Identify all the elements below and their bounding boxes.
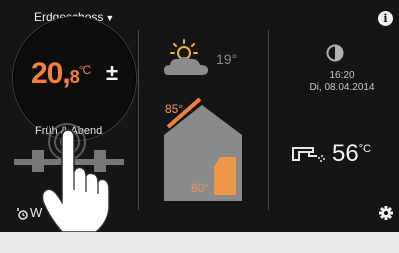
- tablet-screenshot: Erdgeschoss▼ i 19° 85° 80°: [0, 0, 399, 253]
- storage-temperature: 80°: [191, 181, 210, 195]
- info-icon[interactable]: i: [378, 11, 393, 26]
- clock-icon: [17, 208, 28, 220]
- collector-temperature: 85°: [165, 102, 184, 116]
- clock-time: 16:20: [329, 70, 355, 81]
- room-temp-int: 20,: [31, 57, 71, 90]
- room-temperature: 20,8°C: [31, 57, 92, 91]
- hand-pointer-icon: [41, 123, 110, 232]
- clock-date: Di, 08.04.2014: [309, 82, 375, 93]
- column-divider: [138, 30, 139, 210]
- hot-water-temperature: 56°C: [332, 140, 371, 168]
- device-bezel: [0, 232, 399, 253]
- sun-cloud-icon: [164, 39, 208, 75]
- moon-icon: [326, 44, 344, 62]
- adjust-temperature-button[interactable]: ±: [106, 60, 118, 86]
- outdoor-temperature: 19°: [216, 51, 238, 67]
- heating-control-screen: Erdgeschoss▼ i 19° 85° 80°: [0, 0, 399, 232]
- column-divider: [268, 30, 269, 210]
- chevron-down-icon: ▼: [105, 13, 115, 23]
- gear-icon[interactable]: [379, 206, 393, 220]
- hot-water-value: 56: [332, 140, 359, 167]
- room-temp-dec: 8: [69, 67, 80, 87]
- shower-icon: [292, 147, 325, 162]
- room-temp-unit: °C: [78, 63, 92, 77]
- hot-water-unit: °C: [358, 143, 372, 155]
